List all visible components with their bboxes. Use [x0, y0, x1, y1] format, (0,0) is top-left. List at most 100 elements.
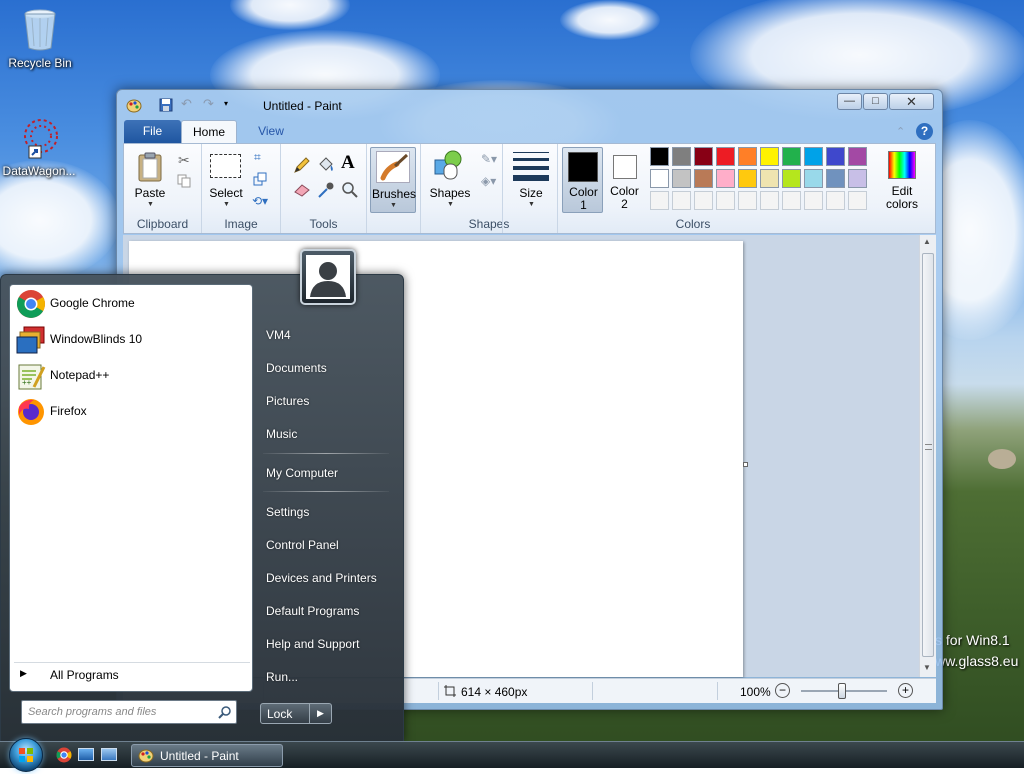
zoom-slider[interactable] — [801, 683, 887, 699]
select-button[interactable]: Select ▼ — [206, 150, 246, 210]
eraser-icon[interactable] — [293, 181, 311, 200]
rotate-icon[interactable]: ⟲▾ — [252, 194, 268, 208]
scroll-down-icon[interactable]: ▼ — [923, 663, 931, 672]
taskbar-show-desktop-icon[interactable] — [78, 748, 94, 761]
palette-swatch[interactable] — [672, 147, 691, 166]
palette-swatch[interactable] — [694, 169, 713, 188]
palette-swatch[interactable] — [782, 191, 801, 210]
color-picker-icon[interactable] — [317, 181, 335, 202]
music-link[interactable]: Music — [266, 427, 297, 441]
palette-swatch[interactable] — [848, 169, 867, 188]
palette-swatch[interactable] — [782, 147, 801, 166]
minimize-button[interactable]: — — [837, 93, 862, 110]
copy-icon[interactable] — [177, 174, 191, 191]
minimize-ribbon-icon[interactable]: ⌃ — [896, 125, 905, 138]
palette-swatch[interactable] — [760, 147, 779, 166]
datawagon-desktop-icon[interactable]: DataWagon... — [0, 114, 79, 178]
search-box[interactable] — [21, 700, 237, 724]
palette-swatch[interactable] — [650, 191, 669, 210]
program-item-windowblinds[interactable]: WindowBlinds 10 — [14, 323, 250, 357]
default-programs-link[interactable]: Default Programs — [266, 604, 359, 618]
all-programs-button[interactable]: ▶ All Programs — [14, 662, 250, 686]
recycle-bin-desktop-icon[interactable]: Recycle Bin — [0, 6, 80, 70]
palette-swatch[interactable] — [716, 147, 735, 166]
palette-swatch[interactable] — [738, 191, 757, 210]
tab-file[interactable]: File — [124, 120, 181, 143]
crop-icon[interactable]: ⌗ — [254, 150, 261, 165]
paste-button[interactable]: Paste ▼ — [130, 150, 170, 210]
settings-link[interactable]: Settings — [266, 505, 309, 519]
paint-app-icon[interactable] — [126, 98, 143, 113]
canvas-resize-handle[interactable] — [743, 462, 748, 467]
outline-icon[interactable]: ✎▾ — [481, 152, 497, 166]
cut-icon[interactable]: ✂ — [178, 152, 190, 169]
pencil-icon[interactable] — [293, 156, 311, 177]
control-panel-link[interactable]: Control Panel — [266, 538, 339, 552]
brushes-button[interactable]: Brushes ▼ — [370, 147, 416, 213]
close-button[interactable]: ✕ — [889, 93, 934, 110]
program-item-firefox[interactable]: Firefox — [14, 395, 250, 429]
palette-swatch[interactable] — [826, 147, 845, 166]
magnifier-icon[interactable] — [341, 181, 359, 202]
palette-swatch[interactable] — [738, 169, 757, 188]
edit-colors-button[interactable]: Edit colors — [878, 147, 926, 213]
user-name-link[interactable]: VM4 — [266, 328, 291, 342]
palette-swatch[interactable] — [760, 191, 779, 210]
taskbar-switch-windows-icon[interactable] — [101, 748, 117, 761]
palette-swatch[interactable] — [672, 169, 691, 188]
vertical-scrollbar[interactable]: ▲ ▼ — [919, 235, 936, 677]
palette-swatch[interactable] — [738, 147, 757, 166]
help-and-support-link[interactable]: Help and Support — [266, 637, 359, 651]
scroll-up-icon[interactable]: ▲ — [923, 237, 931, 246]
palette-swatch[interactable] — [716, 169, 735, 188]
zoom-slider-thumb[interactable] — [838, 683, 846, 699]
fill-bucket-icon[interactable] — [317, 156, 335, 177]
palette-swatch[interactable] — [804, 147, 823, 166]
program-item-google-chrome[interactable]: Google Chrome — [14, 287, 250, 321]
devices-and-printers-link[interactable]: Devices and Printers — [266, 571, 377, 585]
palette-swatch[interactable] — [804, 169, 823, 188]
search-input[interactable] — [28, 704, 208, 720]
palette-swatch[interactable] — [650, 147, 669, 166]
fill-icon[interactable]: ◈▾ — [481, 174, 496, 188]
taskbar-paint-button[interactable]: Untitled - Paint — [131, 744, 283, 767]
lock-button[interactable]: Lock — [260, 703, 310, 724]
palette-swatch[interactable] — [694, 147, 713, 166]
undo-icon[interactable]: ↶ — [181, 97, 197, 112]
power-options-button[interactable]: ▶ — [310, 703, 332, 724]
palette-swatch[interactable] — [804, 191, 823, 210]
program-item-notepad-plus-plus[interactable]: ++ Notepad++ — [14, 359, 250, 393]
title-bar[interactable]: ↶ ↷ ▾ Untitled - Paint — □ ✕ — [117, 90, 942, 120]
tab-view[interactable]: View — [243, 120, 299, 143]
user-picture[interactable] — [300, 249, 356, 305]
palette-swatch[interactable] — [782, 169, 801, 188]
search-icon[interactable] — [218, 705, 232, 722]
text-tool-icon[interactable]: A — [341, 152, 355, 174]
scroll-thumb[interactable] — [922, 253, 934, 657]
palette-swatch[interactable] — [826, 191, 845, 210]
palette-swatch[interactable] — [848, 147, 867, 166]
palette-swatch[interactable] — [760, 169, 779, 188]
run-link[interactable]: Run... — [266, 670, 298, 684]
resize-icon[interactable] — [253, 172, 267, 189]
help-icon[interactable]: ? — [916, 123, 933, 140]
size-button[interactable]: Size ▼ — [509, 150, 553, 210]
palette-swatch[interactable] — [716, 191, 735, 210]
pictures-link[interactable]: Pictures — [266, 394, 309, 408]
maximize-button[interactable]: □ — [863, 93, 888, 110]
palette-swatch[interactable] — [848, 191, 867, 210]
palette-swatch[interactable] — [650, 169, 669, 188]
start-button[interactable] — [9, 738, 43, 772]
tab-home[interactable]: Home — [181, 120, 237, 143]
shapes-button[interactable]: Shapes ▼ — [427, 150, 473, 210]
taskbar-chrome-icon[interactable] — [56, 747, 72, 766]
color2-button[interactable]: Color 2 — [604, 147, 645, 213]
my-computer-link[interactable]: My Computer — [266, 466, 338, 480]
save-icon[interactable] — [159, 98, 175, 112]
color1-button[interactable]: Color 1 — [562, 147, 603, 213]
palette-swatch[interactable] — [694, 191, 713, 210]
palette-swatch[interactable] — [826, 169, 845, 188]
documents-link[interactable]: Documents — [266, 361, 327, 375]
redo-icon[interactable]: ↷ — [203, 97, 219, 112]
zoom-out-button[interactable]: − — [775, 683, 790, 698]
